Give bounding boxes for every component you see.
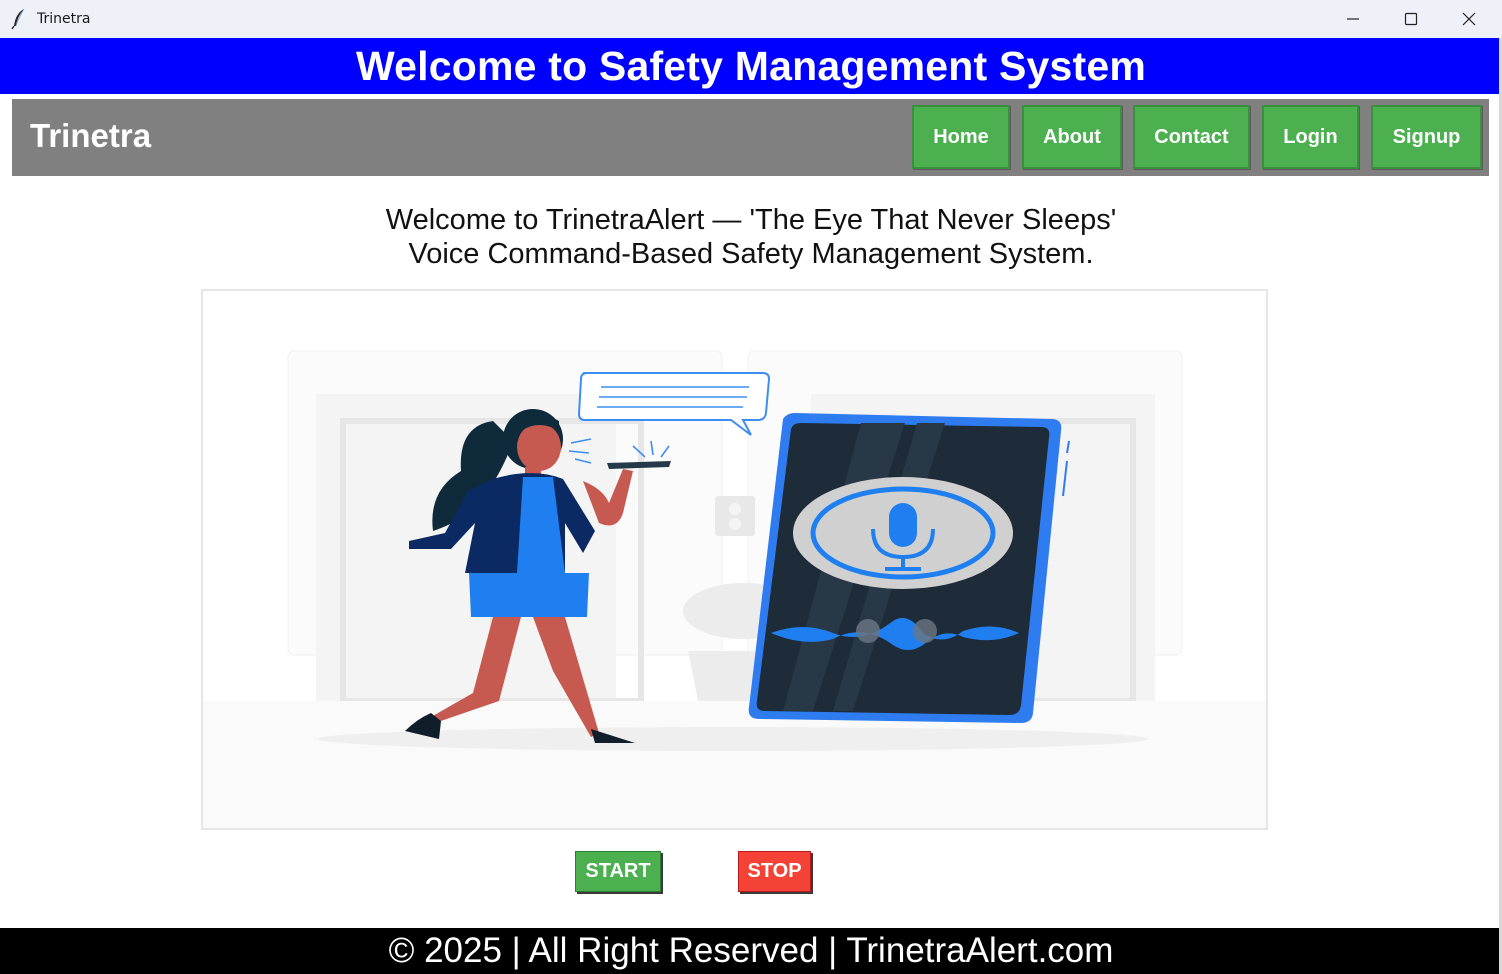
illustration-frame (201, 289, 1268, 830)
feather-icon (11, 8, 25, 30)
nav-signup-button[interactable]: Signup (1371, 105, 1482, 169)
maximize-icon (1404, 12, 1418, 26)
banner-heading: Welcome to Safety Management System (355, 42, 1147, 89)
close-icon (1462, 12, 1476, 26)
intro-line-1: Welcome to TrinetraAlert — 'The Eye That… (385, 204, 1117, 236)
nav-home-button[interactable]: Home (912, 105, 1010, 169)
header-banner: Welcome to Safety Management System (0, 38, 1502, 94)
footer-text: © 2025 | All Right Reserved | TrinetraAl… (388, 931, 1114, 970)
maximize-button[interactable] (1382, 0, 1440, 38)
window-titlebar: Trinetra (0, 0, 1502, 38)
minimize-button[interactable] (1324, 0, 1382, 38)
nav-contact-button[interactable]: Contact (1133, 105, 1250, 169)
nav-login-button[interactable]: Login (1262, 105, 1359, 169)
intro-line-2: Voice Command-Based Safety Management Sy… (408, 238, 1094, 270)
footer: © 2025 | All Right Reserved | TrinetraAl… (0, 928, 1502, 974)
start-button[interactable]: START (575, 851, 661, 892)
phone-device (748, 413, 1070, 723)
intro-text: Welcome to TrinetraAlert — 'The Eye That… (0, 203, 1502, 271)
brand-logo-text: Trinetra (30, 117, 152, 154)
window-title: Trinetra (37, 11, 91, 27)
stop-button[interactable]: STOP (738, 851, 811, 892)
voice-assistant-illustration (203, 350, 1266, 828)
minimize-icon (1347, 18, 1359, 20)
navbar: Trinetra Home About Contact Login Signup (12, 99, 1489, 176)
close-button[interactable] (1440, 0, 1498, 38)
nav-about-button[interactable]: About (1022, 105, 1122, 169)
